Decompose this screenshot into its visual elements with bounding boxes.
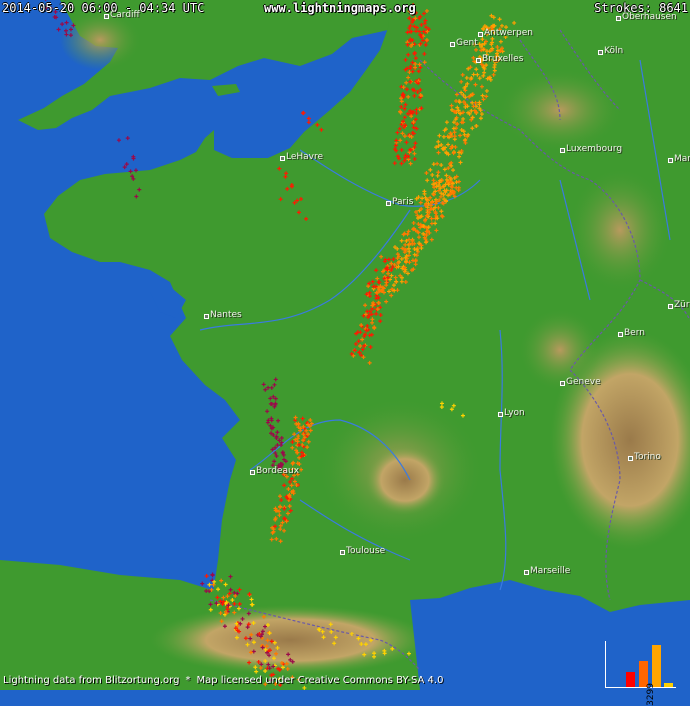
legend-bar-red	[626, 672, 635, 687]
city-gent: Gent	[450, 38, 478, 48]
city-bordeaux: Bordeaux	[249, 466, 300, 476]
vosges	[570, 170, 670, 290]
legend-max-value: 3299	[646, 683, 656, 706]
city-zurich: Zürich	[668, 300, 690, 310]
city-antwerpen: Antwerpen	[478, 28, 533, 38]
city-torino: Torino	[628, 452, 661, 462]
legend-bar-amber	[652, 645, 661, 687]
legend-bar-yellow	[664, 683, 673, 687]
ardennes	[500, 70, 620, 150]
city-luxembourg: Luxembourg	[559, 144, 623, 154]
footer-credit[interactable]: Lightning data from Blitzortung.org	[3, 675, 179, 686]
footer-separator: *	[185, 675, 191, 686]
city-cardiff: Cardiff	[104, 10, 140, 20]
city-nantes: Nantes	[204, 310, 242, 320]
city-paris: Paris	[385, 197, 414, 207]
massif-central-core	[365, 445, 445, 515]
city-marseille: Marseille	[523, 566, 571, 576]
city-geneve: Geneve	[560, 377, 601, 387]
city-mannheim: Mannheim	[667, 154, 690, 164]
city-le-havre: LeHavre	[279, 152, 324, 162]
site-name-label[interactable]: www.lightningmaps.org	[264, 0, 416, 16]
city-bern: Bern	[618, 328, 645, 338]
strike-age-legend: 3299	[605, 641, 676, 706]
lightning-map[interactable]	[0, 0, 690, 690]
footer-license[interactable]: Map licensed under Creative Commons BY-S…	[196, 675, 443, 686]
city-koeln: Köln	[597, 46, 624, 56]
city-bruxelles: Bruxelles	[475, 54, 524, 64]
city-lyon: Lyon	[498, 408, 525, 418]
city-toulouse: Toulouse	[339, 546, 386, 556]
pyrenees	[150, 605, 430, 675]
footer-attribution: Lightning data from Blitzortung.org * Map …	[3, 674, 449, 688]
city-oberhausen: Oberhausen	[616, 12, 677, 22]
